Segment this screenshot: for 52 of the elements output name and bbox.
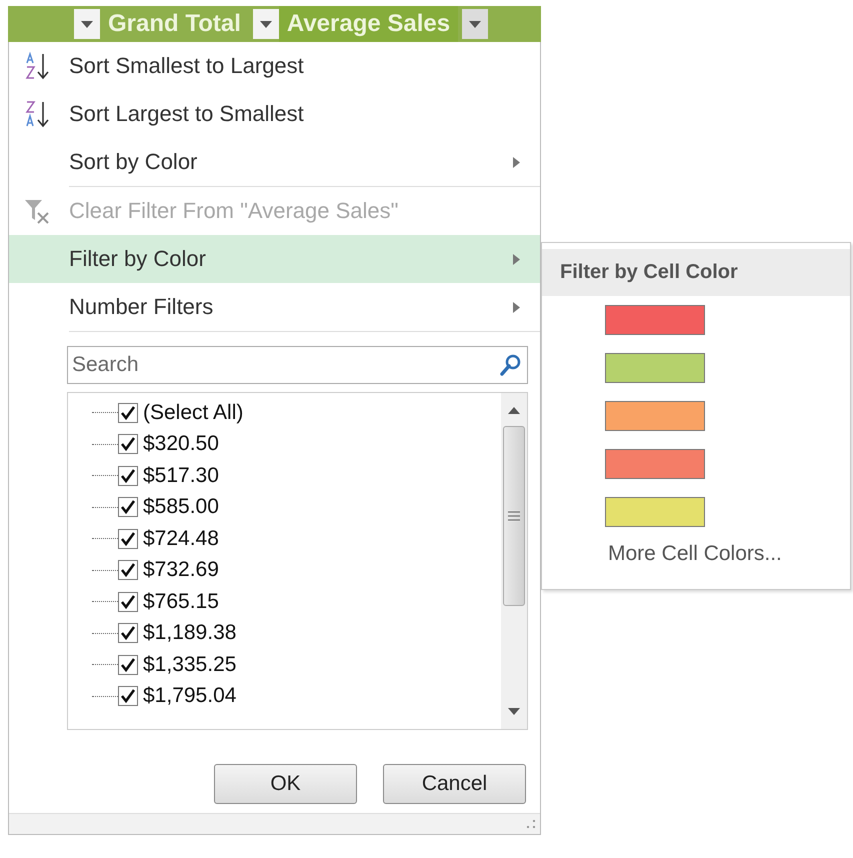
checkbox[interactable] bbox=[118, 654, 138, 675]
color-swatch[interactable] bbox=[605, 449, 705, 479]
color-swatch[interactable] bbox=[605, 497, 705, 527]
dropdown-button[interactable] bbox=[462, 9, 488, 39]
value-label: $1,189.38 bbox=[143, 621, 236, 646]
value-label: $1,335.25 bbox=[143, 652, 236, 677]
caret-icon bbox=[260, 20, 272, 28]
color-swatch[interactable] bbox=[605, 401, 705, 431]
checkbox[interactable] bbox=[118, 623, 138, 644]
checkbox[interactable] bbox=[118, 592, 138, 612]
checkbox[interactable] bbox=[118, 466, 138, 486]
checkbox[interactable] bbox=[118, 402, 138, 423]
dropdown-button[interactable] bbox=[74, 9, 100, 39]
more-colors-item[interactable]: More Cell Colors... bbox=[542, 542, 850, 566]
menu-item[interactable]: Number Filters bbox=[9, 283, 540, 331]
checkbox[interactable] bbox=[118, 528, 138, 549]
ok-button[interactable]: OK bbox=[214, 764, 357, 804]
submenu-arrow-icon bbox=[513, 156, 520, 168]
value-label: $320.50 bbox=[143, 432, 219, 456]
resize-grip-icon[interactable] bbox=[526, 819, 536, 829]
checkbox[interactable] bbox=[118, 497, 138, 518]
menu-item[interactable]: Sort Smallest to Largest bbox=[9, 42, 540, 90]
submenu-arrow-icon bbox=[513, 302, 520, 312]
value-label: $732.69 bbox=[143, 558, 219, 582]
value-label: (Select All) bbox=[143, 400, 244, 425]
checkbox[interactable] bbox=[118, 560, 138, 580]
value-label: $765.15 bbox=[143, 590, 219, 614]
scroll-thumb[interactable] bbox=[503, 426, 525, 606]
caret-icon bbox=[81, 20, 93, 28]
scroll-up-icon bbox=[508, 407, 520, 414]
scrollbar[interactable] bbox=[501, 393, 527, 729]
scroll-down-icon bbox=[508, 708, 520, 715]
color-swatch[interactable] bbox=[605, 353, 705, 383]
value-label: $1,795.04 bbox=[143, 684, 236, 708]
column-header: Average Sales bbox=[278, 6, 458, 42]
color-swatch[interactable] bbox=[605, 305, 705, 335]
caret-icon bbox=[469, 20, 482, 28]
checkbox[interactable] bbox=[118, 434, 138, 454]
column-header: Grand Total bbox=[107, 9, 242, 39]
menu-item[interactable]: Sort by Color bbox=[9, 138, 540, 186]
submenu-heading: Filter by Cell Color bbox=[542, 249, 850, 296]
value-label: $517.30 bbox=[143, 464, 219, 488]
value-label: $724.48 bbox=[143, 526, 219, 551]
checkbox[interactable] bbox=[118, 686, 138, 706]
cancel-button[interactable]: Cancel bbox=[383, 764, 526, 804]
menu-item[interactable]: Filter by Color bbox=[9, 235, 540, 283]
search-field[interactable]: Search bbox=[67, 346, 528, 384]
submenu-arrow-icon bbox=[513, 254, 520, 264]
search-icon bbox=[500, 354, 522, 376]
menu-item[interactable]: Sort Largest to Smallest bbox=[9, 90, 540, 138]
dropdown-button[interactable] bbox=[252, 9, 279, 39]
value-label: $585.00 bbox=[143, 495, 219, 520]
